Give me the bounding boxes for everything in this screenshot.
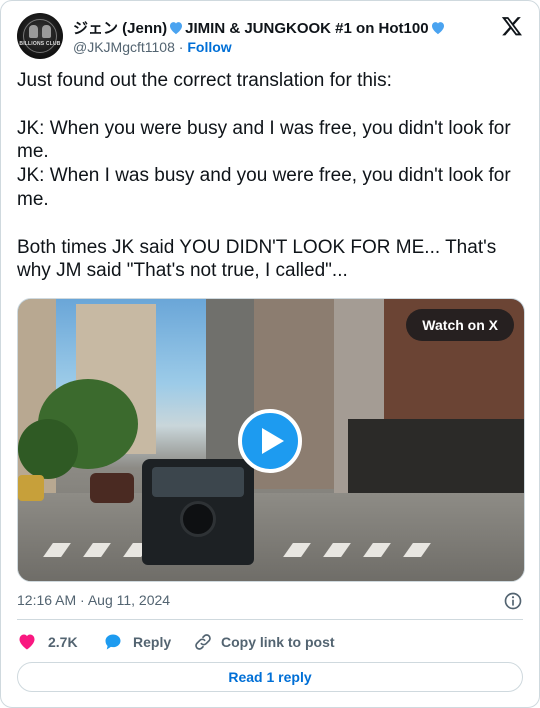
author-name[interactable]: ジェン (Jenn) JIMIN & JUNGKOOK #1 on Hot100 (73, 17, 447, 38)
crosswalk-stripe (363, 543, 391, 557)
road (18, 493, 524, 581)
play-icon (262, 428, 284, 454)
author-handle[interactable]: @JKJMgcft1108 (73, 39, 175, 55)
author-name-part1: ジェン (Jenn) (73, 20, 168, 37)
crosswalk-stripe (283, 543, 311, 557)
video-media[interactable]: Watch on X (17, 298, 525, 582)
avatar-figure-right (42, 25, 51, 38)
crosswalk-stripe (323, 543, 351, 557)
author-handle-row: @JKJMgcft1108 · Follow (73, 39, 232, 55)
tree (18, 419, 78, 479)
tweet-header: BILLIONS CLUB ジェン (Jenn) JIMIN & JUNGKOOK… (17, 13, 523, 61)
timestamp[interactable]: 12:16 AM · Aug 11, 2024 (17, 592, 170, 608)
reply-button[interactable]: Reply (103, 631, 183, 653)
follow-button[interactable]: Follow (187, 39, 231, 55)
like-count: 2.7K (48, 634, 78, 650)
comment-bubble-icon (105, 634, 121, 650)
blue-heart-icon (431, 22, 444, 35)
heart-icon (19, 634, 35, 650)
crosswalk-stripe (43, 543, 71, 557)
watch-on-x-button[interactable]: Watch on X (406, 309, 514, 341)
jeep-window (152, 467, 244, 497)
car-yellow (18, 475, 44, 501)
tweet-card: BILLIONS CLUB ジェン (Jenn) JIMIN & JUNGKOOK… (0, 0, 540, 708)
author-name-part2: JIMIN & JUNGKOOK #1 on Hot100 (185, 20, 429, 37)
x-logo-icon[interactable] (501, 15, 523, 37)
info-icon[interactable] (503, 591, 523, 611)
copy-link-label: Copy link to post (221, 634, 335, 650)
divider (17, 619, 523, 620)
copy-link-button[interactable]: Copy link to post (193, 631, 353, 653)
avatar[interactable]: BILLIONS CLUB (17, 13, 63, 59)
avatar-text: BILLIONS CLUB (19, 41, 61, 47)
tweet-text: Just found out the correct translation f… (17, 70, 511, 282)
jeep-vehicle (142, 459, 254, 565)
crosswalk-stripe (403, 543, 431, 557)
avatar-figure-left (29, 25, 38, 38)
like-button[interactable]: 2.7K (17, 631, 87, 653)
reply-label: Reply (133, 634, 172, 650)
jeep-spare-tire (180, 501, 216, 537)
crosswalk-stripe (83, 543, 111, 557)
separator-dot: · (178, 39, 184, 55)
link-icon (195, 634, 211, 650)
read-reply-button[interactable]: Read 1 reply (17, 662, 523, 692)
blue-heart-icon (170, 22, 183, 35)
car-left (90, 473, 134, 503)
play-button[interactable] (238, 409, 302, 473)
